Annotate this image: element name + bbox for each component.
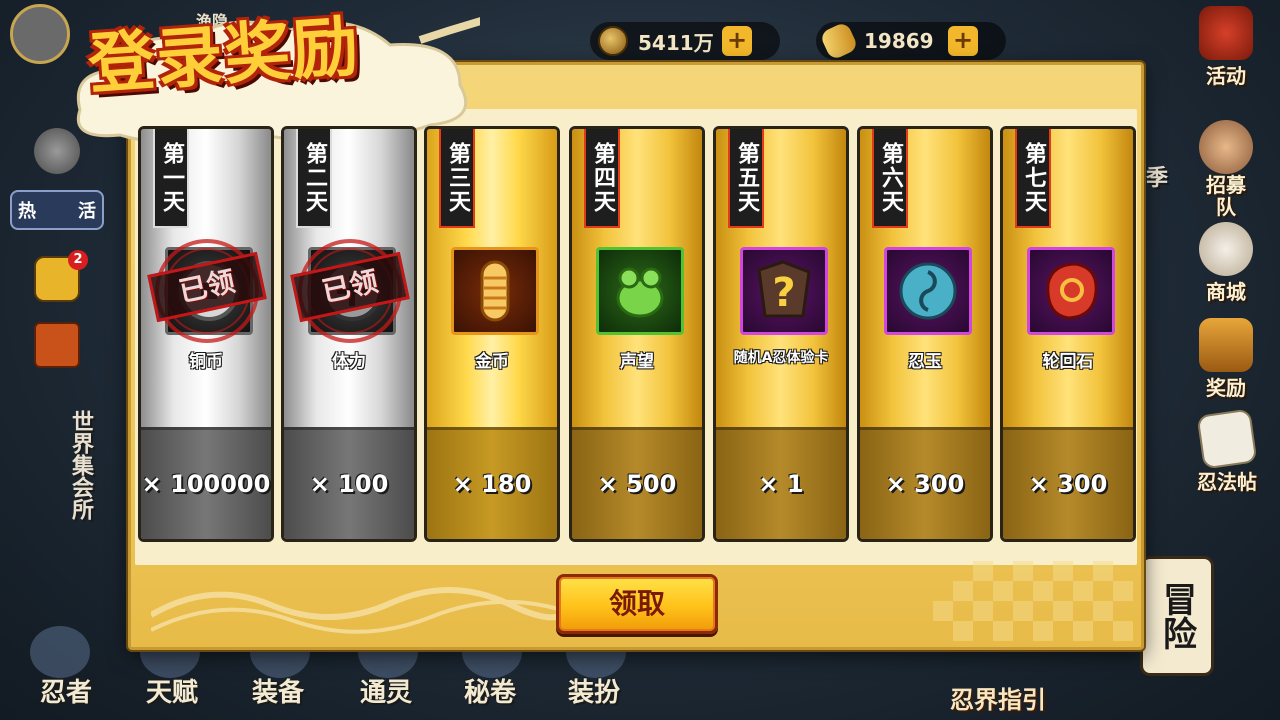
activity-label: 活 <box>78 201 96 222</box>
bell-gift-icon <box>1199 6 1253 60</box>
ninja-leaf-icon <box>30 626 90 678</box>
reward-name: 铜币 <box>189 352 223 372</box>
reward-card-day-7[interactable]: × 300 第七天 轮回石 <box>1000 126 1136 542</box>
reward-name: 忍玉 <box>908 352 942 372</box>
coin-currency-bar: 5411万 + <box>590 22 780 60</box>
add-gold-button[interactable]: + <box>948 26 978 56</box>
mystery-ninja-card-icon: ? <box>740 247 828 335</box>
lucky-cat-icon <box>1199 222 1253 276</box>
reward-card-day-5[interactable]: × 1 第五天 ? 随机A忍体验卡 <box>713 126 849 542</box>
reward-count: × 300 <box>1028 470 1108 498</box>
shop-button[interactable]: 商城 <box>1186 222 1266 305</box>
gold-currency-bar: 19869 + <box>816 21 1006 61</box>
coin-amount: 5411万 <box>638 30 714 55</box>
reward-name: 金币 <box>475 352 509 372</box>
checker-decoration-icon <box>933 561 1133 641</box>
ninja-head-icon <box>1199 120 1253 174</box>
gold-ingot-icon <box>819 21 859 61</box>
ninja-guide-label[interactable]: 忍界指引 <box>950 680 1046 715</box>
reward-card-day-4[interactable]: × 500 第四天 声望 <box>569 126 705 542</box>
reward-count: × 1 <box>758 470 804 498</box>
scroll-card-icon <box>1196 408 1258 470</box>
add-coins-button[interactable]: + <box>722 26 752 56</box>
ninja-scroll-button[interactable]: 忍法帖 <box>1182 408 1272 495</box>
reward-card-day-3[interactable]: × 180 第三天 金币 <box>424 126 560 542</box>
gathering-label: 集会所 <box>68 454 93 520</box>
rewards-button[interactable]: 奖励 <box>1186 318 1266 401</box>
reward-name: 轮回石 <box>1042 352 1094 372</box>
adventure-label: 冒险 <box>1156 582 1197 650</box>
day-banner: 第三天 <box>439 129 475 228</box>
day-banner: 第二天 <box>296 129 332 228</box>
wave-decoration-icon <box>151 587 571 634</box>
day-banner: 第六天 <box>872 129 908 228</box>
equipment-tab[interactable]: 装备 <box>252 672 304 709</box>
gold-amount: 19869 <box>864 29 934 53</box>
svg-text:?: ? <box>772 270 795 316</box>
green-toad-icon <box>596 247 684 335</box>
hot-activity-button[interactable]: 热 活 <box>10 190 104 230</box>
reward-count: × 100000 <box>141 470 271 498</box>
reward-card-day-2[interactable]: × 100 第二天 已领 体力 <box>281 126 417 542</box>
events-button[interactable]: 活动 <box>1186 6 1266 89</box>
day-banner: 第四天 <box>584 129 620 228</box>
gold-ingot-icon <box>451 247 539 335</box>
day-banner: 第一天 <box>153 129 189 228</box>
recruit-button[interactable]: 招募 队 <box>1186 120 1266 218</box>
ninja-scroll-label: 忍法帖 <box>1197 470 1257 494</box>
costume-tab[interactable]: 装扮 <box>568 672 620 709</box>
reward-count: × 100 <box>309 470 389 498</box>
reward-count: × 500 <box>597 470 677 498</box>
claim-button[interactable]: 领取 <box>556 574 718 634</box>
reward-name: 声望 <box>620 352 654 372</box>
reward-name: 体力 <box>332 352 366 372</box>
dialog-title: 登录奖励 <box>85 6 363 104</box>
day-banner: 第五天 <box>728 129 764 228</box>
talent-tab[interactable]: 天赋 <box>146 672 198 709</box>
reward-card-day-6[interactable]: × 300 第六天 忍玉 <box>857 126 993 542</box>
shop-label: 商城 <box>1206 280 1246 304</box>
world-label: 世界 <box>68 410 93 454</box>
reward-name: 随机A忍体验卡 <box>733 350 829 366</box>
gift-box-icon <box>1199 318 1253 372</box>
recruit-label: 招募 队 <box>1206 173 1246 219</box>
ninja-tab[interactable]: 忍者 <box>40 672 92 709</box>
rewards-label: 奖励 <box>1206 376 1246 400</box>
season-label: 季 <box>1146 166 1169 191</box>
ninja-jade-icon <box>884 247 972 335</box>
reincarnation-stone-icon <box>1027 247 1115 335</box>
mail-badge: 2 <box>68 250 88 270</box>
adventure-button[interactable]: 冒险 <box>1140 556 1214 676</box>
summon-tab[interactable]: 通灵 <box>360 672 412 709</box>
reward-card-day-1[interactable]: × 100000 第一天 已领 铜币 <box>138 126 274 542</box>
copper-coin-icon <box>598 26 628 56</box>
home-village-icon[interactable] <box>34 322 80 368</box>
day-banner: 第七天 <box>1015 129 1051 228</box>
world-gathering-button[interactable]: 世界集会所 <box>36 410 96 560</box>
hot-label: 热 <box>18 201 36 222</box>
reward-count: × 180 <box>452 470 532 498</box>
reward-count: × 300 <box>885 470 965 498</box>
secret-scroll-tab[interactable]: 秘卷 <box>464 672 516 709</box>
events-label: 活动 <box>1206 64 1246 88</box>
